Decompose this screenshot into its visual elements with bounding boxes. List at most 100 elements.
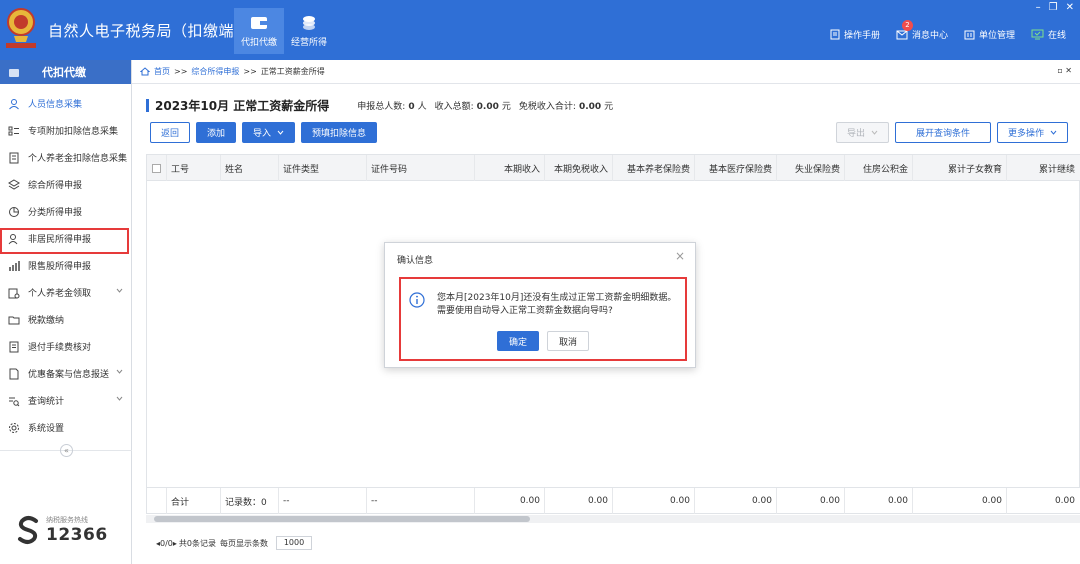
import-label: 导入 xyxy=(253,129,272,139)
sidebar-item-label: 限售股所得申报 xyxy=(28,262,92,272)
stat-people-label: 申报总人数: xyxy=(357,101,406,112)
confirm-button[interactable]: 确定 xyxy=(497,331,539,351)
export-button[interactable]: 导出 xyxy=(835,122,889,143)
sidebar-item-tax-payment[interactable]: 税款缴纳 xyxy=(0,306,131,333)
minimize-button[interactable]: – xyxy=(1036,2,1041,13)
unit-management-link[interactable]: 单位管理 xyxy=(964,28,1015,41)
sidebar-item-system-settings[interactable]: 系统设置 xyxy=(0,414,131,441)
col-exempt-income[interactable]: 本期免税收入 xyxy=(545,155,613,181)
tab-window-controls[interactable]: ▫ ✕ xyxy=(1057,66,1072,75)
sidebar-item-pension-withdrawal[interactable]: 个人养老金领取 xyxy=(0,279,131,306)
dialog-close-icon[interactable]: × xyxy=(675,249,685,263)
chevron-down-icon xyxy=(1050,130,1057,135)
expand-query-button[interactable]: 展开查询条件 xyxy=(894,122,991,143)
chevron-down-icon xyxy=(871,130,878,135)
col-housing-fund[interactable]: 住房公积金 xyxy=(845,155,913,181)
footer-housing-fund: 0.00 xyxy=(845,488,913,514)
dialog-message: 您本月[2023年10月]还没有生成过正常工资薪金明细数据。 需要使用自动导入正… xyxy=(437,292,687,318)
add-button[interactable]: 添加 xyxy=(196,122,237,143)
hotline-label: 纳税服务热线 xyxy=(46,516,88,524)
col-pension-insurance[interactable]: 基本养老保险费 xyxy=(613,155,695,181)
sidebar-item-preferential-filing[interactable]: 优惠备案与信息报送 xyxy=(0,360,131,387)
search-list-icon xyxy=(9,397,20,406)
stat-exempt-label: 免税收入合计: xyxy=(518,101,576,112)
sidebar-item-label: 税款缴纳 xyxy=(28,316,65,326)
sidebar-item-query-stats[interactable]: 查询统计 xyxy=(0,387,131,414)
info-icon xyxy=(409,292,425,308)
horizontal-scrollbar[interactable] xyxy=(146,515,1080,523)
right-action-buttons: 导出 展开查询条件 更多操作 xyxy=(835,122,1068,143)
wallet-icon xyxy=(9,68,19,77)
app-header: 自然人电子税务局（扣缴端） 代扣代缴 经营所得 – ❐ ✕ 操作手册 2 消息中… xyxy=(0,0,1080,60)
stat-exempt-value: 0.00 xyxy=(578,101,602,112)
col-child-education[interactable]: 累计子女教育 xyxy=(913,155,1007,181)
manual-link[interactable]: 操作手册 xyxy=(830,28,880,41)
sidebar-item-label: 分类所得申报 xyxy=(28,208,83,218)
chevron-down-icon xyxy=(116,288,123,293)
top-nav: 代扣代缴 经营所得 xyxy=(234,8,334,54)
sidebar-item-special-deduction[interactable]: 专项附加扣除信息采集 xyxy=(0,117,131,144)
stat-exempt: 免税收入合计: 0.00 元 xyxy=(519,99,613,112)
footer-pension: 0.00 xyxy=(613,488,695,514)
sidebar-item-label: 退付手续费核对 xyxy=(28,343,92,353)
collapse-sidebar-button[interactable]: « xyxy=(60,444,73,457)
sidebar-item-label: 优惠备案与信息报送 xyxy=(28,370,110,380)
dialog-message-line1: 您本月[2023年10月]还没有生成过正常工资薪金明细数据。 xyxy=(437,293,677,303)
sidebar-item-label: 查询统计 xyxy=(28,397,65,407)
select-all-checkbox[interactable] xyxy=(152,163,161,173)
stat-income: 收入总额: 0.00 元 xyxy=(435,99,511,112)
back-button[interactable]: 返回 xyxy=(150,122,191,143)
topnav-business-income-label: 经营所得 xyxy=(290,38,327,48)
sidebar-item-comprehensive-income[interactable]: 综合所得申报 xyxy=(0,171,131,198)
sidebar-item-fee-refund[interactable]: 退付手续费核对 xyxy=(0,333,131,360)
import-button[interactable]: 导入 xyxy=(242,122,296,143)
person-icon xyxy=(9,98,19,109)
col-employee-id[interactable]: 工号 xyxy=(167,155,221,181)
layers-icon xyxy=(8,178,20,190)
sidebar-item-pension-deduction[interactable]: 个人养老金扣除信息采集 xyxy=(0,144,131,171)
close-window-button[interactable]: ✕ xyxy=(1066,2,1074,13)
col-medical-insurance[interactable]: 基本医疗保险费 xyxy=(695,155,777,181)
col-id-number[interactable]: 证件号码 xyxy=(367,155,475,181)
more-actions-button[interactable]: 更多操作 xyxy=(996,122,1068,143)
table-footer-totals: 合计 记录数：0 -- -- 0.00 0.00 0.00 0.00 0.00 … xyxy=(147,487,1080,514)
per-page-input[interactable]: 1000 xyxy=(276,536,312,550)
sidebar-item-classified-income[interactable]: 分类所得申报 xyxy=(0,198,131,225)
col-current-income[interactable]: 本期收入 xyxy=(475,155,545,181)
pager-records: 共0条记录 xyxy=(178,538,216,548)
stat-people-unit: 人 xyxy=(417,101,427,112)
dialog-title: 确认信息 xyxy=(397,256,434,266)
col-id-type[interactable]: 证件类型 xyxy=(279,155,367,181)
pie-icon xyxy=(9,206,19,217)
prefill-deduction-button[interactable]: 预填扣除信息 xyxy=(301,122,378,143)
footer-current-income: 0.00 xyxy=(475,488,545,514)
hotline-s-icon xyxy=(18,516,38,544)
manual-label: 操作手册 xyxy=(843,31,880,41)
online-label: 在线 xyxy=(1047,31,1066,41)
topnav-business-income[interactable]: 经营所得 xyxy=(284,8,334,54)
breadcrumb-comprehensive[interactable]: 综合所得申报 xyxy=(191,66,239,77)
folder-icon xyxy=(8,316,20,324)
message-center-link[interactable]: 2 消息中心 xyxy=(896,20,948,41)
sidebar-item-restricted-shares[interactable]: 限售股所得申报 xyxy=(0,252,131,279)
dialog-message-line2: 需要使用自动导入正常工资薪金数据向导吗? xyxy=(437,306,613,316)
cancel-button[interactable]: 取消 xyxy=(547,331,589,351)
col-continuing-education[interactable]: 累计继续 xyxy=(1007,155,1079,181)
home-icon xyxy=(140,67,150,76)
footer-child-education: 0.00 xyxy=(913,488,1007,514)
breadcrumb-current: 正常工资薪金所得 xyxy=(260,67,325,76)
col-name[interactable]: 姓名 xyxy=(221,155,279,181)
building-icon xyxy=(964,30,975,40)
pager-next-icon[interactable]: ▸ xyxy=(173,539,177,548)
messages-label: 消息中心 xyxy=(911,31,948,41)
topnav-withholding[interactable]: 代扣代缴 xyxy=(234,8,284,54)
sidebar-item-personnel-info[interactable]: 人员信息采集 xyxy=(0,90,131,117)
online-status[interactable]: 在线 xyxy=(1031,28,1066,41)
scrollbar-thumb[interactable] xyxy=(154,516,530,522)
book-icon xyxy=(830,29,840,40)
restore-button[interactable]: ❐ xyxy=(1049,2,1058,13)
col-unemployment-insurance[interactable]: 失业保险费 xyxy=(777,155,845,181)
breadcrumb-home[interactable]: 首页 xyxy=(154,66,170,77)
footer-dash: -- xyxy=(367,488,475,514)
sidebar-item-label: 人员信息采集 xyxy=(28,100,83,110)
